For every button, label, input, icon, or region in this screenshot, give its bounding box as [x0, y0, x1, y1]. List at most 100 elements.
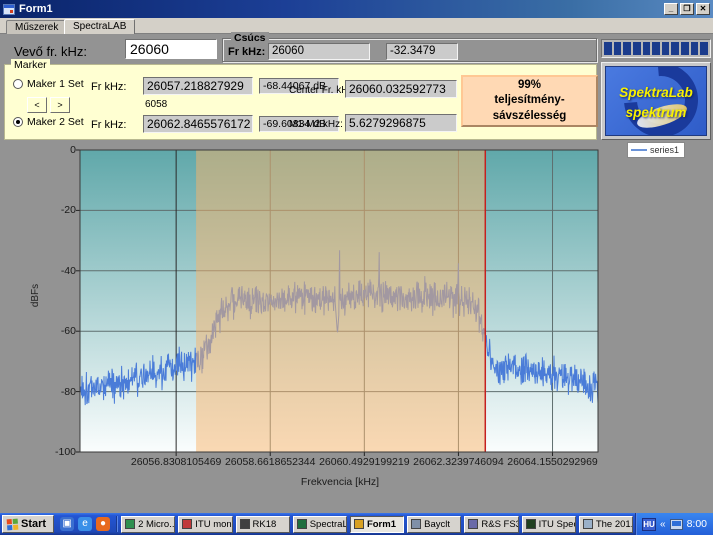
- title-bar[interactable]: Form1 _ ❐ ✕: [0, 0, 713, 18]
- tab-muszerek[interactable]: Műszerek: [6, 20, 68, 34]
- y-axis-title: dBFs: [30, 283, 42, 308]
- taskbar-separator: [116, 516, 118, 532]
- progress-segment: [671, 42, 680, 55]
- taskbar-button-label: SpectraL...: [309, 518, 347, 530]
- progress-segment: [700, 42, 709, 55]
- y-tick-label: -20: [60, 204, 76, 217]
- bandwidth-99-button[interactable]: 99% teljesítmény-sávszélesség: [461, 75, 598, 127]
- y-tick-label: -40: [60, 264, 76, 277]
- y-tick-label: -60: [60, 325, 76, 338]
- app-icon[interactable]: ▣: [60, 517, 75, 531]
- taskbar-button[interactable]: SpectraL...: [292, 515, 347, 533]
- taskbar-button[interactable]: Form1: [349, 515, 405, 533]
- marker-group-caption: Marker: [11, 59, 50, 71]
- taskbar-button[interactable]: RK18: [235, 515, 290, 533]
- legend-line-sample: [631, 149, 647, 151]
- peak-level-value: -32.3479: [386, 43, 458, 60]
- start-button[interactable]: Start: [2, 515, 55, 533]
- taskbar-button-label: ITU Spec...: [538, 518, 575, 530]
- marker2-fr-label: Fr kHz:: [91, 119, 127, 131]
- marker-prev-button[interactable]: <: [27, 97, 47, 113]
- language-indicator[interactable]: HU: [642, 517, 656, 531]
- taskbar: Start ▣e● 2 Micro... ▾ ITU moni... RK18 Spe…: [0, 513, 713, 535]
- taskbar-button-icon: [182, 519, 193, 529]
- marker1-radio[interactable]: Maker 1 Set: [13, 78, 84, 90]
- receiver-freq-input[interactable]: [125, 39, 217, 59]
- progress-segment: [632, 42, 641, 55]
- network-icon[interactable]: [669, 518, 683, 530]
- marker2-radio-circle[interactable]: [13, 117, 23, 127]
- marker1-freq-value: 26057.218827929: [143, 77, 253, 95]
- delta-freq-value: 5.6279296875: [345, 114, 457, 132]
- taskbar-button-icon: [353, 519, 364, 529]
- minimize-button[interactable]: _: [664, 3, 678, 15]
- taskbar-button-label: Form1: [366, 518, 396, 530]
- bandwidth-button-line2: teljesítmény-sávszélesség: [492, 94, 567, 122]
- receiver-freq-label: Vevő fr. kHz:: [14, 44, 87, 59]
- peak-fr-label: Fr kHz:: [228, 46, 266, 58]
- tray-clock: 8:00: [686, 518, 707, 530]
- progress-segment: [613, 42, 622, 55]
- app-window: Form1 _ ❐ ✕ Műszerek SpectraLAB Vevő fr.…: [0, 0, 713, 535]
- marker-panel: Marker Maker 1 Set Fr kHz: 26057.2188279…: [4, 59, 598, 140]
- taskbar-button[interactable]: 2 Micro... ▾: [121, 515, 176, 533]
- logo-panel: SpektraLab spektrum: [601, 62, 711, 140]
- taskbar-button[interactable]: ITU Spec...: [521, 515, 576, 533]
- chart-legend: series1: [627, 142, 685, 158]
- window-title: Form1: [19, 3, 53, 15]
- tab-spectralab[interactable]: SpectraLAB: [64, 19, 136, 34]
- y-tick-label: -80: [60, 385, 76, 398]
- taskbar-button-label: 2 Micro... ▾: [138, 518, 176, 530]
- windows-flag-icon: [6, 518, 19, 530]
- taskbar-button-icon: [296, 519, 307, 529]
- bandwidth-button-line1: 99%: [517, 78, 542, 91]
- y-tick-label: 0: [70, 144, 76, 156]
- spektralab-logo: SpektraLab spektrum: [605, 66, 707, 136]
- taskbar-button-icon: [525, 519, 536, 529]
- marker2-radio[interactable]: Maker 2 Set: [13, 116, 84, 128]
- taskbar-button-icon: [411, 519, 422, 529]
- restore-button[interactable]: ❐: [680, 3, 694, 15]
- taskbar-button[interactable]: R&S FS3...: [464, 515, 519, 533]
- taskbar-button-label: The 201...: [595, 518, 632, 530]
- marker2-freq-value: 26062.8465576172: [143, 115, 253, 133]
- marker1-radio-circle[interactable]: [13, 79, 23, 89]
- progress-segment: [652, 42, 660, 55]
- y-tick-label: -100: [54, 446, 76, 458]
- taskbar-button[interactable]: Bayclt: [407, 515, 462, 533]
- taskbar-button-label: R&S FS3...: [481, 518, 517, 530]
- firefox-icon[interactable]: ●: [96, 517, 111, 531]
- taskbar-button-icon: [582, 519, 593, 529]
- progress-segment: [661, 42, 670, 55]
- taskbar-button-label: ITU moni...: [195, 518, 232, 530]
- progress-segment: [690, 42, 699, 55]
- marker-step-label: 6058: [145, 99, 168, 110]
- task-button-strip: 2 Micro... ▾ ITU moni... RK18 SpectraL... Fo…: [119, 515, 635, 533]
- progress-segment: [623, 42, 631, 55]
- taskbar-button[interactable]: ITU moni...: [178, 515, 233, 533]
- ie-icon[interactable]: e: [78, 517, 93, 531]
- window-icon: [3, 3, 15, 15]
- system-tray: HU « 8:00: [635, 513, 713, 535]
- progress-segment: [604, 42, 612, 55]
- taskbar-button-label: RK18: [252, 518, 277, 530]
- legend-label: series1: [650, 145, 680, 155]
- taskbar-button[interactable]: The 201...: [578, 515, 634, 533]
- close-button[interactable]: ✕: [696, 3, 710, 15]
- taskbar-button-icon: [125, 519, 136, 529]
- progress-bar: [601, 39, 711, 58]
- marker2-radio-label: Maker 2 Set: [27, 116, 84, 128]
- taskbar-button-icon: [239, 519, 250, 529]
- tab-strip: Műszerek SpectraLAB: [0, 18, 713, 34]
- progress-segment: [642, 42, 651, 55]
- progress-segment: [681, 42, 689, 55]
- marker-next-button[interactable]: >: [50, 97, 70, 113]
- marker1-radio-label: Maker 1 Set: [27, 78, 84, 90]
- spectrum-plot[interactable]: [76, 149, 599, 456]
- tray-chevron-icon[interactable]: «: [660, 519, 666, 530]
- quick-launch-bar: ▣ e ●: [60, 517, 111, 531]
- peak-group-caption: Csúcs: [231, 32, 269, 44]
- delta-freq-label: M1-M2 kHz:: [289, 119, 343, 130]
- logo-line1: SpektraLab: [619, 85, 693, 100]
- taskbar-button-label: Bayclt: [424, 518, 451, 530]
